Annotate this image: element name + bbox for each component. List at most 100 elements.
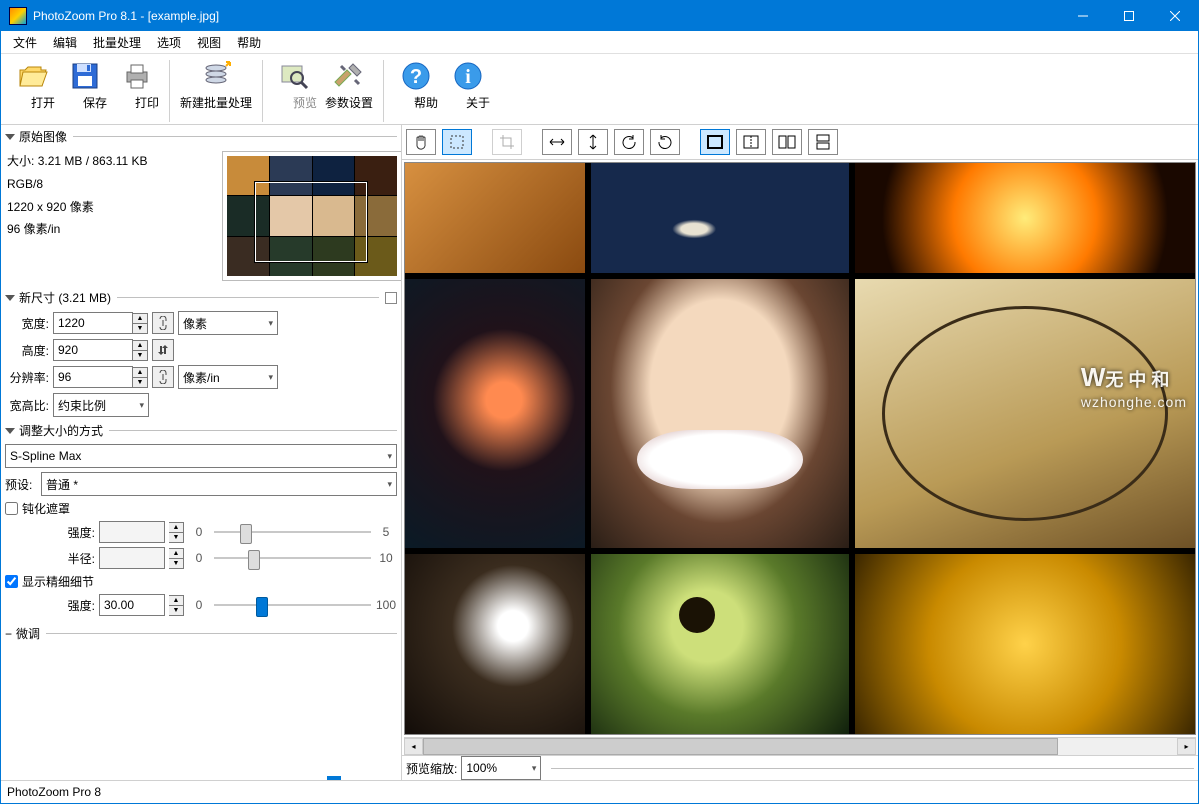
title-bar: PhotoZoom Pro 8.1 - [example.jpg] bbox=[1, 1, 1198, 31]
collapse-icon bbox=[5, 428, 15, 434]
res-label: 分辨率: bbox=[5, 369, 49, 386]
view-toolbar bbox=[402, 125, 1198, 160]
folder-open-icon bbox=[17, 60, 49, 92]
unsharp-strength-slider[interactable] bbox=[214, 522, 371, 542]
unsharp-radius-spinner[interactable]: ▲▼ bbox=[169, 548, 184, 569]
flip-h-button[interactable] bbox=[542, 129, 572, 155]
view-single-button[interactable] bbox=[700, 129, 730, 155]
menu-options[interactable]: 选项 bbox=[149, 32, 189, 53]
rotate-ccw-button[interactable] bbox=[614, 129, 644, 155]
hand-tool-button[interactable] bbox=[406, 129, 436, 155]
preview-canvas[interactable]: W无 中 和 wzhonghe.com bbox=[404, 162, 1196, 735]
unsharp-strength-spinner[interactable]: ▲▼ bbox=[169, 522, 184, 543]
width-spinner[interactable]: ▲▼ bbox=[133, 313, 148, 334]
width-unit-select[interactable]: 像素▾ bbox=[178, 311, 278, 335]
preset-label: 预设: bbox=[5, 476, 37, 493]
status-bar: PhotoZoom Pro 8 bbox=[1, 780, 1198, 803]
status-text: PhotoZoom Pro 8 bbox=[7, 785, 101, 799]
res-unit-select[interactable]: 像素/in▾ bbox=[178, 365, 278, 389]
link-wh-button[interactable] bbox=[152, 312, 174, 334]
menu-bar: 文件 编辑 批量处理 选项 视图 帮助 bbox=[1, 31, 1198, 54]
minimize-button[interactable] bbox=[1060, 1, 1106, 31]
open-button[interactable]: 打开 bbox=[7, 58, 59, 113]
aspect-select[interactable]: 约束比例▾ bbox=[53, 393, 149, 417]
help-icon: ? bbox=[400, 60, 432, 92]
collapse-icon bbox=[5, 295, 15, 301]
crop-tool-button[interactable] bbox=[492, 129, 522, 155]
thumbnail-navigator[interactable] bbox=[223, 152, 401, 280]
magnifier-icon bbox=[279, 60, 311, 92]
about-button[interactable]: i 关于 bbox=[442, 58, 494, 113]
batch-icon bbox=[200, 60, 232, 92]
app-icon bbox=[9, 7, 27, 25]
res-spinner[interactable]: ▲▼ bbox=[133, 367, 148, 388]
maximize-button[interactable] bbox=[1106, 1, 1152, 31]
menu-view[interactable]: 视图 bbox=[189, 32, 229, 53]
rotate-cw-button[interactable] bbox=[650, 129, 680, 155]
view-stack-button[interactable] bbox=[808, 129, 838, 155]
save-button[interactable]: 保存 bbox=[59, 58, 111, 113]
aspect-label: 宽高比: bbox=[5, 397, 49, 414]
preview-pane: W无 中 和 wzhonghe.com ◂▸ 预览缩放: 100%▾ bbox=[402, 125, 1198, 780]
section-finetune[interactable]: − 微调 bbox=[1, 622, 401, 645]
watermark: W无 中 和 wzhonghe.com bbox=[1081, 363, 1187, 411]
menu-help[interactable]: 帮助 bbox=[229, 32, 269, 53]
print-button[interactable]: 打印 bbox=[111, 58, 163, 113]
unsharp-strength-input[interactable] bbox=[99, 521, 165, 543]
link-res-button[interactable] bbox=[152, 366, 174, 388]
help-button[interactable]: ? 帮助 bbox=[390, 58, 442, 113]
unsharp-radius-slider[interactable] bbox=[214, 548, 371, 568]
swap-wh-button[interactable] bbox=[152, 339, 174, 361]
zoom-label: 预览缩放: bbox=[406, 760, 457, 777]
new-batch-button[interactable]: 新建批量处理 bbox=[176, 58, 256, 113]
finedetail-strength-input[interactable] bbox=[99, 594, 165, 616]
section-method[interactable]: 调整大小的方式 bbox=[1, 419, 401, 442]
view-side-button[interactable] bbox=[772, 129, 802, 155]
height-spinner[interactable]: ▲▼ bbox=[133, 340, 148, 361]
view-split-v-button[interactable] bbox=[736, 129, 766, 155]
marquee-tool-button[interactable] bbox=[442, 129, 472, 155]
zoom-bar: 预览缩放: 100%▾ bbox=[402, 755, 1198, 780]
orig-res: 96 像素/in bbox=[7, 218, 217, 241]
width-input[interactable] bbox=[53, 312, 133, 334]
window-title: PhotoZoom Pro 8.1 - [example.jpg] bbox=[33, 9, 219, 23]
section-newsize[interactable]: 新尺寸 (3.21 MB) bbox=[1, 286, 401, 309]
preset-select[interactable]: 普通 *▾ bbox=[41, 472, 397, 496]
orig-dims: 1220 x 920 像素 bbox=[7, 196, 217, 219]
main-toolbar: 打开 保存 打印 新建批量处理 预览 bbox=[1, 54, 1198, 125]
height-label: 高度: bbox=[5, 342, 49, 359]
section-settings-icon[interactable] bbox=[385, 292, 397, 304]
finedetail-strength-slider[interactable] bbox=[214, 595, 371, 615]
collapse-icon bbox=[5, 134, 15, 140]
horizontal-scrollbar[interactable]: ◂▸ bbox=[404, 737, 1196, 755]
app-window: PhotoZoom Pro 8.1 - [example.jpg] 文件 编辑 … bbox=[0, 0, 1199, 804]
menu-batch[interactable]: 批量处理 bbox=[85, 32, 149, 53]
close-button[interactable] bbox=[1152, 1, 1198, 31]
printer-icon bbox=[121, 60, 153, 92]
svg-text:?: ? bbox=[410, 66, 422, 88]
section-original[interactable]: 原始图像 bbox=[1, 125, 401, 148]
unsharp-radius-input[interactable] bbox=[99, 547, 165, 569]
finedetail-checkbox[interactable] bbox=[5, 575, 18, 588]
res-input[interactable] bbox=[53, 366, 133, 388]
preview-button[interactable]: 预览 bbox=[269, 58, 321, 113]
menu-edit[interactable]: 编辑 bbox=[45, 32, 85, 53]
height-input[interactable] bbox=[53, 339, 133, 361]
orig-mode: RGB/8 bbox=[7, 173, 217, 196]
width-label: 宽度: bbox=[5, 315, 49, 332]
menu-file[interactable]: 文件 bbox=[5, 32, 45, 53]
finedetail-label: 显示精细细节 bbox=[22, 573, 94, 590]
zoom-select[interactable]: 100%▾ bbox=[461, 756, 541, 780]
info-icon: i bbox=[452, 60, 484, 92]
algorithm-select[interactable]: S-Spline Max▾ bbox=[5, 444, 397, 468]
tools-icon bbox=[333, 60, 365, 92]
settings-panel: 原始图像 大小: 3.21 MB / 863.11 KB RGB/8 1220 … bbox=[1, 125, 402, 780]
flip-v-button[interactable] bbox=[578, 129, 608, 155]
svg-text:i: i bbox=[465, 66, 471, 88]
unsharp-label: 钝化遮罩 bbox=[22, 500, 70, 517]
unsharp-checkbox[interactable] bbox=[5, 502, 18, 515]
finedetail-strength-spinner[interactable]: ▲▼ bbox=[169, 595, 184, 616]
orig-size: 大小: 3.21 MB / 863.11 KB bbox=[7, 150, 217, 173]
settings-button[interactable]: 参数设置 bbox=[321, 58, 377, 113]
floppy-icon bbox=[69, 60, 101, 92]
